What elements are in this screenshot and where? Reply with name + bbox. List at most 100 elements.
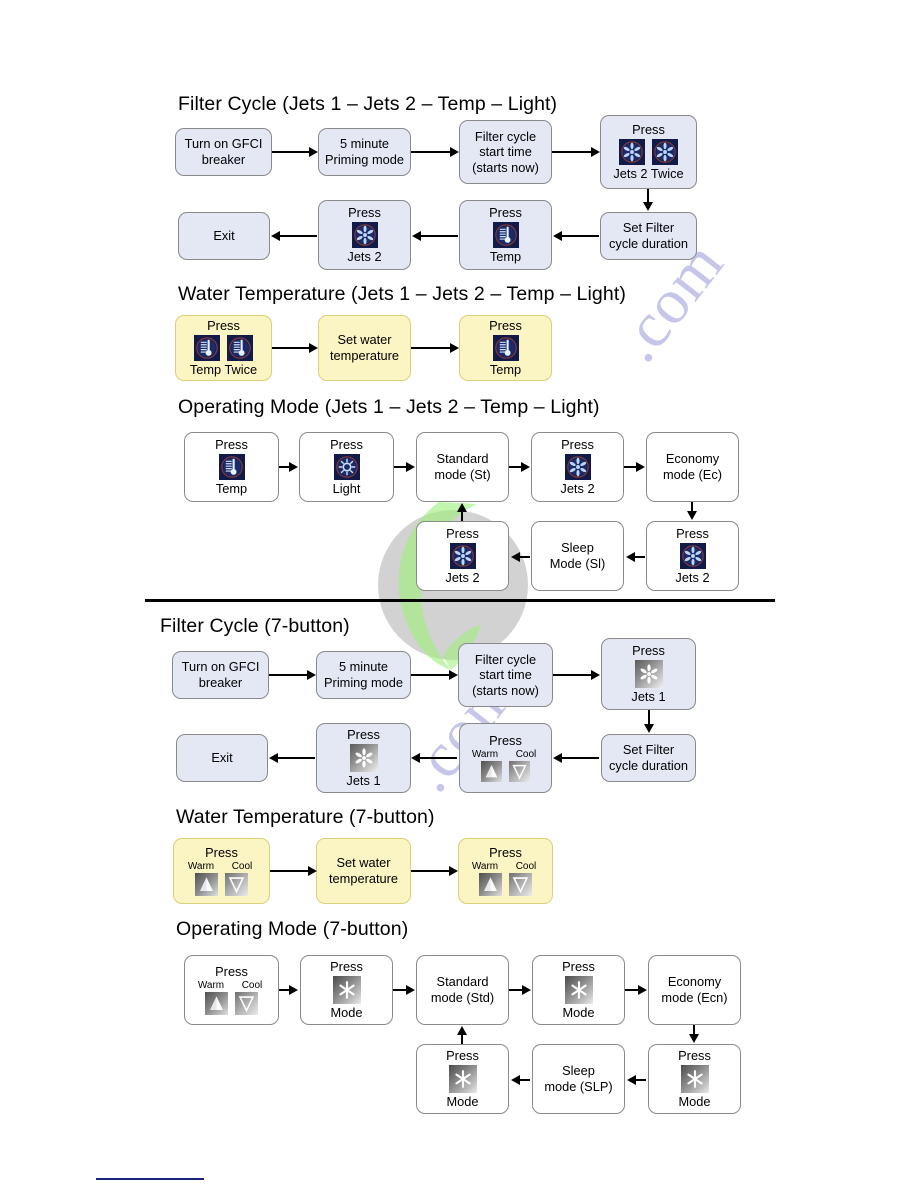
arrow-head-down <box>644 724 654 733</box>
node-press-jets-2-twice[interactable]: Press Jets 2 Twice <box>600 115 697 189</box>
node-sleep-mode-slp[interactable]: Sleep mode (SLP) <box>532 1044 625 1114</box>
heading-water-temperature-4button: Water Temperature (Jets 1 – Jets 2 – Tem… <box>178 283 626 305</box>
node-press-mode-4[interactable]: Press Mode <box>416 1044 509 1114</box>
arrow-head-left <box>511 1075 520 1085</box>
jets1-icon <box>349 744 378 772</box>
arrow-head-right <box>289 985 298 995</box>
temp-icon <box>492 222 519 248</box>
arrow-head-left <box>411 753 420 763</box>
node-press-jets-1[interactable]: Press Jets 1 <box>601 638 696 710</box>
node-line: Filter cycle <box>474 651 537 667</box>
arrow-head-right <box>309 147 318 157</box>
node-economy-mode-ec[interactable]: Economy mode (Ec) <box>646 432 739 502</box>
arrow-head-up <box>457 1026 467 1035</box>
icon-row <box>564 976 593 1004</box>
arrow-line <box>552 151 592 153</box>
node-caption: Mode <box>330 1005 363 1020</box>
node-set-filter-cycle-duration-7b[interactable]: Set Filter cycle duration <box>601 734 696 782</box>
node-5-minute-priming-mode[interactable]: 5 minute Priming mode <box>318 128 411 176</box>
node-press-warm-cool-confirm[interactable]: Press Warm Cool <box>458 838 553 904</box>
node-line: Filter cycle <box>474 128 537 144</box>
node-press-jets-1-exit[interactable]: Press Jets 1 <box>316 723 411 793</box>
icon-row <box>680 1065 709 1093</box>
node-line: Set Filter <box>622 742 675 758</box>
node-title: Press <box>205 845 238 861</box>
cool-icon <box>235 991 258 1015</box>
node-caption: Jets 2 <box>445 570 480 585</box>
node-exit[interactable]: Exit <box>178 212 270 260</box>
node-title: Press <box>489 205 522 221</box>
node-5-minute-priming-mode-7b[interactable]: 5 minute Priming mode <box>316 651 411 699</box>
node-exit-7b[interactable]: Exit <box>176 734 268 782</box>
node-standard-mode-std[interactable]: Standard mode (Std) <box>416 955 509 1025</box>
icon-row <box>679 543 706 569</box>
warm-label: Warm <box>197 979 225 991</box>
node-set-filter-cycle-duration[interactable]: Set Filter cycle duration <box>600 212 697 260</box>
arrow-head-down <box>643 202 653 211</box>
node-press-temp-mode[interactable]: Press Temp <box>184 432 279 502</box>
arrow-line <box>269 674 307 676</box>
icon-row <box>564 454 591 480</box>
node-title: Press <box>678 1048 711 1064</box>
arrow-line <box>634 556 645 558</box>
node-line: Standard <box>436 451 489 467</box>
arrow-line <box>279 235 317 237</box>
arrow-head-right <box>638 985 647 995</box>
node-line: cycle duration <box>609 236 688 251</box>
node-filter-cycle-start-time[interactable]: Filter cycle start time (starts now) <box>459 120 552 184</box>
node-line: Sleep <box>561 540 594 556</box>
node-title: Press <box>561 437 594 453</box>
node-standard-mode-st[interactable]: Standard mode (St) <box>416 432 509 502</box>
arrow-head-left <box>412 231 421 241</box>
heading-operating-mode-7button: Operating Mode (7-button) <box>176 918 409 940</box>
node-sleep-mode-sl[interactable]: Sleep Mode (Sl) <box>531 521 624 591</box>
node-caption: Mode <box>446 1094 479 1109</box>
node-line: breaker <box>201 152 246 167</box>
node-title: Press <box>347 727 380 743</box>
node-press-warm-cool-mode[interactable]: Press Warm Cool <box>184 955 279 1025</box>
node-press-jets-2-to-standard[interactable]: Press Jets 2 <box>416 521 509 591</box>
node-turn-on-gfci-breaker[interactable]: Turn on GFCI breaker <box>175 128 272 176</box>
node-press-warm-cool-enter[interactable]: Press Warm Cool <box>173 838 270 904</box>
warm-cool-labels: Warm Cool <box>471 749 540 760</box>
node-title: Press <box>446 526 479 542</box>
node-press-temp[interactable]: Press Temp <box>459 200 552 270</box>
node-press-light[interactable]: Press Light <box>299 432 394 502</box>
arrow-head-left <box>511 552 520 562</box>
arrow-line <box>270 870 308 872</box>
node-line: breaker <box>198 675 243 690</box>
node-press-temp-once[interactable]: Press Temp <box>459 315 552 381</box>
node-line: Turn on GFCI <box>184 136 263 152</box>
node-press-mode-1[interactable]: Press Mode <box>300 955 393 1025</box>
node-set-water-temperature[interactable]: Set water temperature <box>318 315 411 381</box>
node-economy-mode-ecn[interactable]: Economy mode (Ecn) <box>648 955 741 1025</box>
node-press-jets-2[interactable]: Press Jets 2 <box>318 200 411 270</box>
arrow-head-left <box>271 231 280 241</box>
node-title: Press <box>330 437 363 453</box>
arrow-head-right <box>308 866 317 876</box>
icon-row <box>448 1065 477 1093</box>
node-press-warm-cool-filter[interactable]: Press Warm Cool <box>459 723 552 793</box>
node-turn-on-gfci-breaker-7b[interactable]: Turn on GFCI breaker <box>172 651 269 699</box>
node-press-mode-2[interactable]: Press Mode <box>532 955 625 1025</box>
node-line: Set Filter <box>622 220 675 236</box>
arrow-head-left <box>627 1075 636 1085</box>
node-caption: Temp <box>489 362 522 377</box>
node-press-jets-2-to-sleep[interactable]: Press Jets 2 <box>646 521 739 591</box>
node-press-temp-twice[interactable]: Press Temp Twice <box>175 315 272 381</box>
mode-icon <box>564 976 593 1004</box>
node-line: (starts now) <box>472 159 539 175</box>
node-line: Priming mode <box>324 675 403 690</box>
icon-row <box>195 872 248 896</box>
node-title: Press <box>562 959 595 975</box>
jets-icon <box>564 454 591 480</box>
node-filter-cycle-start-time-7b[interactable]: Filter cycle start time (starts now) <box>458 643 553 707</box>
node-press-mode-3[interactable]: Press Mode <box>648 1044 741 1114</box>
node-line: mode (Ecn) <box>661 990 728 1005</box>
node-press-jets-2-to-economy[interactable]: Press Jets 2 <box>531 432 624 502</box>
jets1-icon <box>634 660 663 688</box>
node-title: Press <box>446 1048 479 1064</box>
node-title: Press <box>330 959 363 975</box>
node-set-water-temperature-7b[interactable]: Set water temperature <box>316 838 411 904</box>
node-title: Press <box>215 964 248 980</box>
